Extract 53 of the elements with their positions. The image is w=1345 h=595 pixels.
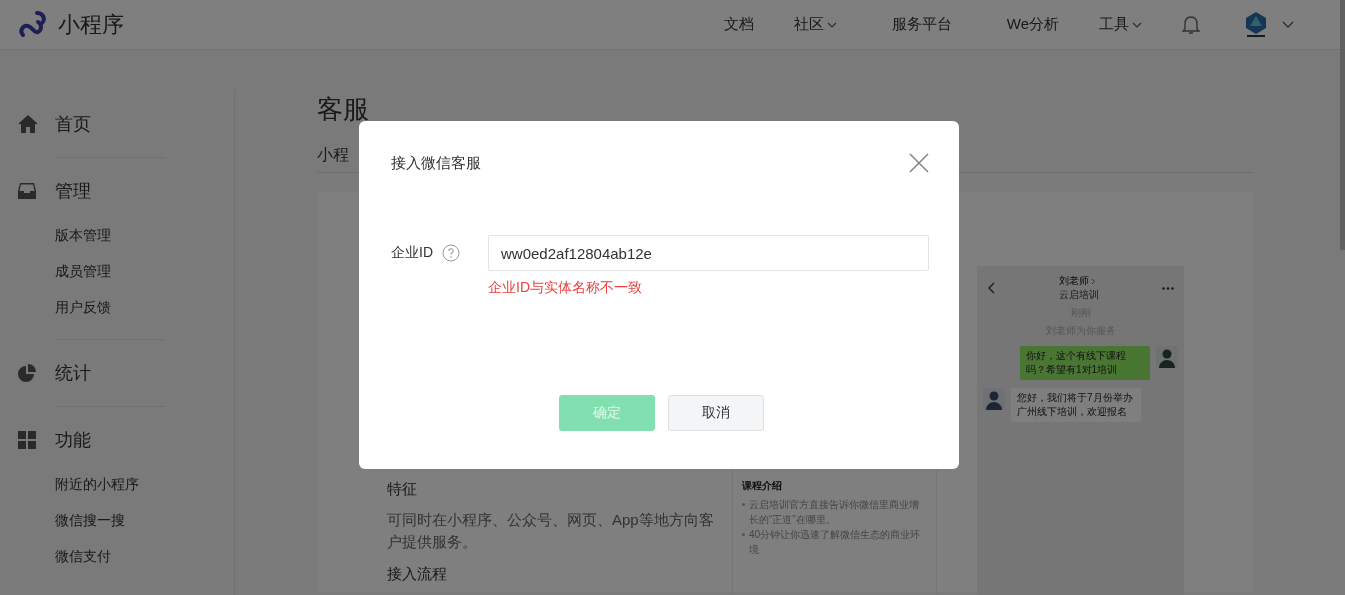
grid-icon bbox=[18, 431, 36, 449]
page-title: 客服 bbox=[317, 93, 370, 125]
course-title: 课程介绍 bbox=[742, 479, 783, 493]
sidebar-subitem[interactable]: 微信支付 bbox=[55, 547, 234, 566]
chevron-icon bbox=[1090, 277, 1096, 285]
input-field[interactable]: ww0ed2af12804ab12e bbox=[488, 235, 929, 271]
close-button[interactable] bbox=[909, 153, 929, 173]
nav-link[interactable]: 文档 bbox=[723, 15, 754, 34]
nav-link[interactable]: 社区 bbox=[793, 15, 837, 34]
inbox-icon bbox=[18, 183, 36, 199]
sidebar-item[interactable]: 管理 bbox=[0, 180, 234, 202]
contact-subtitle: 云启培训 bbox=[1058, 288, 1099, 302]
sidebar-subitem[interactable]: 版本管理 bbox=[55, 226, 234, 245]
more-icon bbox=[1162, 286, 1174, 290]
section-heading: 特征 bbox=[387, 480, 418, 499]
caret-icon bbox=[1132, 21, 1142, 28]
nav-link[interactable]: 工具 bbox=[1099, 15, 1142, 34]
help-icon bbox=[442, 244, 460, 262]
sidebar-subitem[interactable]: 用户反馈 bbox=[55, 298, 234, 317]
avatar-icon bbox=[983, 388, 1005, 410]
section-heading: 接入流程 bbox=[387, 565, 448, 584]
cancel-button[interactable]: 取消 bbox=[667, 395, 764, 431]
sidebar-subitem[interactable]: 附近的小程序 bbox=[55, 475, 234, 494]
avatar-icon bbox=[1156, 346, 1178, 368]
back-icon bbox=[987, 282, 995, 294]
sidebar-subitem[interactable]: 微信搜一搜 bbox=[55, 511, 234, 530]
bell-icon bbox=[1182, 14, 1200, 35]
feature-text: 可同时在小程序、公众号、网页、App等地方向客户提供服务。 bbox=[387, 510, 715, 552]
account-button[interactable] bbox=[1244, 10, 1294, 39]
error-message: 企业ID与实体名称不一致 bbox=[488, 279, 643, 297]
caret-icon bbox=[1282, 21, 1294, 28]
brand-name: 小程序 bbox=[58, 10, 124, 39]
tab[interactable]: 小程 bbox=[317, 146, 349, 163]
message-bubble: 你好，这个有线下课程吗？希望有1对1培训 bbox=[1020, 346, 1150, 380]
bullet-dot bbox=[742, 503, 745, 506]
nav-link[interactable]: 服务平台 bbox=[891, 15, 952, 34]
nav-link[interactable]: We分析 bbox=[1006, 15, 1059, 34]
caret-icon bbox=[826, 21, 837, 28]
avatar-logo-icon bbox=[1244, 10, 1268, 39]
sidebar-item[interactable]: 首页 bbox=[0, 113, 234, 135]
field-label: 企业ID bbox=[391, 244, 433, 262]
sidebar-item[interactable]: 统计 bbox=[0, 362, 234, 384]
sidebar-item[interactable]: 功能 bbox=[0, 429, 234, 451]
close-icon bbox=[909, 153, 929, 173]
sidebar-subitem[interactable]: 成员管理 bbox=[55, 262, 234, 281]
notification-button[interactable] bbox=[1182, 14, 1200, 35]
dialog-title: 接入微信客服 bbox=[391, 153, 481, 173]
pie-chart-icon bbox=[18, 364, 36, 382]
home-icon bbox=[18, 115, 38, 133]
message-bubble: 您好，我们将于7月份举办广州线下培训，欢迎报名 bbox=[1011, 388, 1141, 422]
bullet-dot bbox=[742, 533, 745, 536]
contact-name: 刘老师 bbox=[1058, 274, 1089, 288]
scrollbar[interactable] bbox=[1340, 0, 1345, 250]
